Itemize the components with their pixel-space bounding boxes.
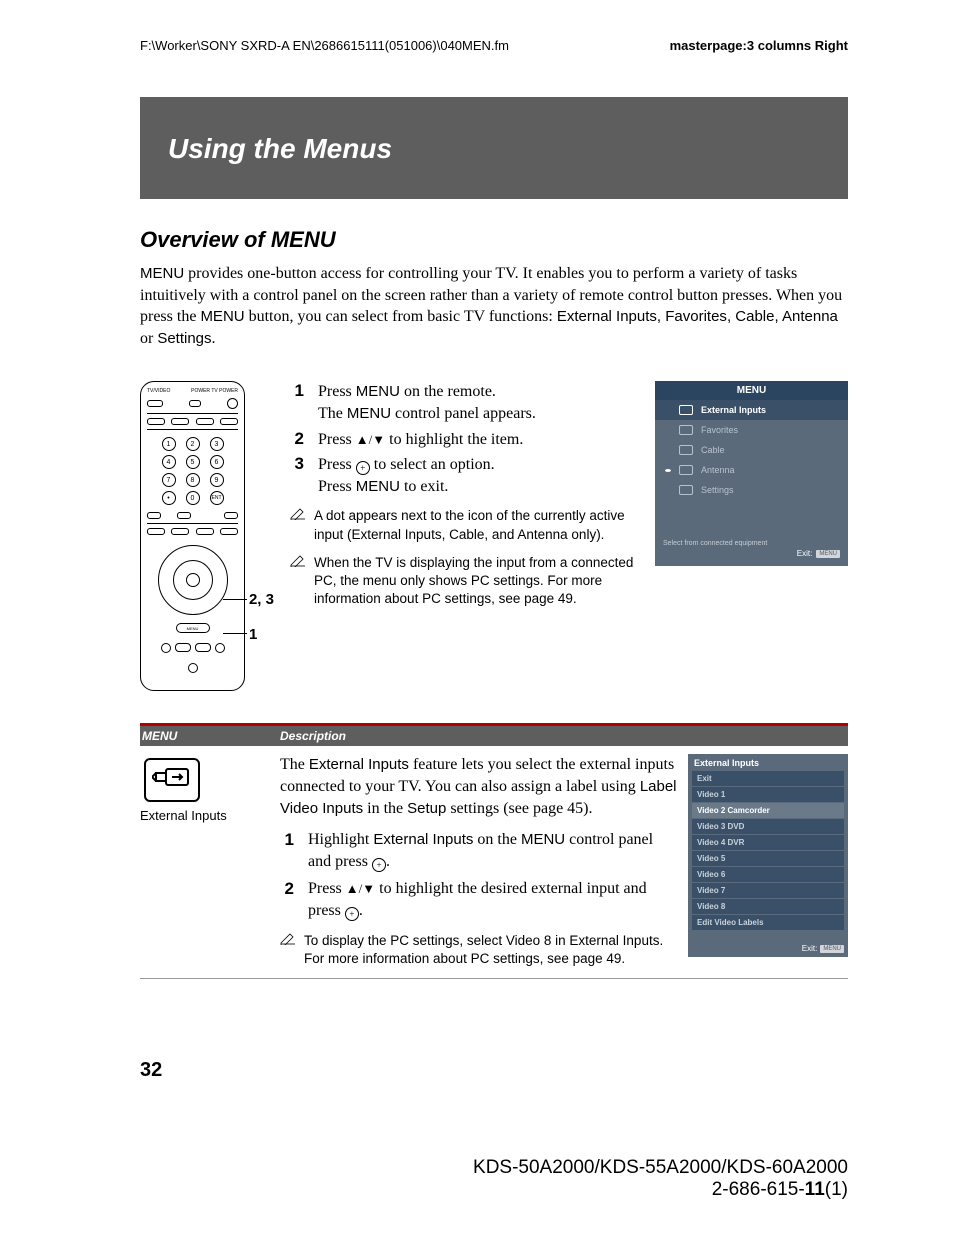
osd-list-item: Video 2 Camcorder xyxy=(692,803,844,818)
steps-column: 1 Press MENU on the remote. The MENU con… xyxy=(290,381,637,608)
note-text: To display the PC settings, select Video… xyxy=(304,932,678,968)
intro-menu-word: MENU xyxy=(140,265,184,282)
osd-list-exit-badge: MENU xyxy=(820,945,844,953)
note-pen-icon xyxy=(290,507,306,543)
osd-item-label: External Inputs xyxy=(701,405,766,415)
external-inputs-label: External Inputs xyxy=(140,808,270,823)
osd-list-item: Video 7 xyxy=(692,883,844,898)
osd-list-item: Edit Video Labels xyxy=(692,915,844,930)
up-down-arrow-icon: ▲/▼ xyxy=(346,881,375,896)
section-title: Overview of MENU xyxy=(140,227,848,253)
footer-docnum: 2-686-615-11(1) xyxy=(0,1179,848,1201)
osd-list-item: Video 5 xyxy=(692,851,844,866)
osd-exit-badge: MENU xyxy=(816,550,840,558)
osd-list-exit: Exit: MENU xyxy=(692,944,844,953)
osd-list-item: Video 4 DVR xyxy=(692,835,844,850)
osd-menu-item: Favorites xyxy=(655,420,848,440)
osd-item-icon xyxy=(679,425,693,435)
osd-item-icon xyxy=(679,445,693,455)
chapter-banner: Using the Menus xyxy=(140,97,848,199)
osd-item-label: Favorites xyxy=(701,425,738,435)
enter-button-icon: + xyxy=(372,858,386,872)
osd-footer-hint: Select from connected equipment xyxy=(655,540,848,547)
callout-1: 1 xyxy=(249,626,274,643)
osd-list-item: Exit xyxy=(692,771,844,786)
osd-item-icon xyxy=(679,405,693,415)
osd-item-icon xyxy=(679,485,693,495)
enter-button-icon: + xyxy=(345,907,359,921)
step-number: 2 xyxy=(280,878,294,921)
osd-list-item: Video 6 xyxy=(692,867,844,882)
osd-item-icon xyxy=(679,465,693,475)
osd-menu-item: Settings xyxy=(655,480,848,500)
remote-illustration: TV/VIDEOPOWER TV POWER 123 456 789 •0ENT… xyxy=(140,381,272,691)
step-number: 1 xyxy=(280,829,294,872)
osd-menu-item: External Inputs xyxy=(655,400,848,420)
table-header: MENU Description xyxy=(140,723,848,746)
intro-paragraph: MENU provides one-button access for cont… xyxy=(140,263,848,349)
osd-list-title: External Inputs xyxy=(692,758,844,768)
header-path: F:\Worker\SONY SXRD-A EN\2686615111(0510… xyxy=(140,38,509,53)
osd-list-item: Video 8 xyxy=(692,899,844,914)
up-down-arrow-icon: ▲/▼ xyxy=(356,432,385,447)
page-number: 32 xyxy=(140,1059,848,1082)
osd-exit-label: Exit: MENU xyxy=(655,547,848,560)
step-number: 2 xyxy=(290,429,304,451)
table-row: External Inputs The External Inputs feat… xyxy=(140,754,848,979)
osd-list-item: Video 1 xyxy=(692,787,844,802)
osd-external-inputs-list: External Inputs ExitVideo 1Video 2 Camco… xyxy=(688,754,848,957)
step-number: 3 xyxy=(290,454,304,497)
callout-23: 2, 3 xyxy=(249,591,274,608)
osd-list-item: Video 3 DVD xyxy=(692,819,844,834)
osd-menu-title: MENU xyxy=(655,381,848,400)
osd-item-label: Settings xyxy=(701,485,734,495)
footer-models: KDS-50A2000/KDS-55A2000/KDS-60A2000 xyxy=(0,1157,848,1179)
table-header-menu: MENU xyxy=(140,726,280,746)
header-masterpage: masterpage:3 columns Right xyxy=(670,38,848,53)
note-text: When the TV is displaying the input from… xyxy=(314,554,637,609)
note-pen-icon xyxy=(280,932,296,968)
table-header-desc: Description xyxy=(280,726,346,746)
header-row: F:\Worker\SONY SXRD-A EN\2686615111(0510… xyxy=(140,38,848,53)
step-number: 1 xyxy=(290,381,304,424)
osd-menu-item: Antenna xyxy=(655,460,848,480)
note-pen-icon xyxy=(290,554,306,609)
enter-button-icon: + xyxy=(356,461,370,475)
osd-item-label: Antenna xyxy=(701,465,735,475)
osd-menu-screenshot: MENU External Inputs Favorites Cable Antenn… xyxy=(655,381,848,566)
footer: KDS-50A2000/KDS-55A2000/KDS-60A2000 2-68… xyxy=(0,1157,848,1201)
osd-menu-item: Cable xyxy=(655,440,848,460)
osd-item-label: Cable xyxy=(701,445,725,455)
note-text: A dot appears next to the icon of the cu… xyxy=(314,507,637,543)
external-inputs-icon xyxy=(144,758,200,802)
